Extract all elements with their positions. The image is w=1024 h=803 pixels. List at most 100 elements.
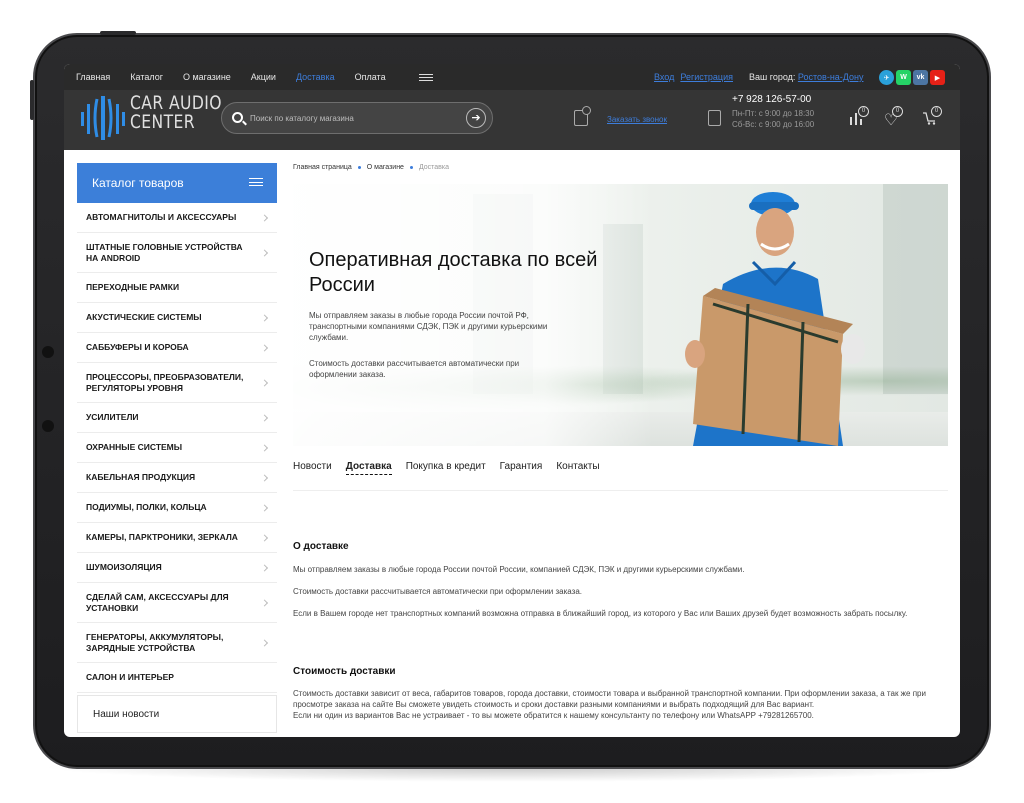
top-nav-item[interactable]: О магазине: [183, 72, 231, 82]
tab-item[interactable]: Покупка в кредит: [406, 461, 486, 475]
catalog-item[interactable]: ОХРАННЫЕ СИСТЕМЫ: [77, 433, 277, 463]
top-bar: Главная Каталог О магазине Акции Доставка Опл…: [64, 64, 960, 90]
whatsapp-icon[interactable]: W: [896, 70, 911, 85]
catalog-item[interactable]: УСИЛИТЕЛИ: [77, 403, 277, 433]
catalog-item-label: ПРОЦЕССОРЫ, ПРЕОБРАЗОВАТЕЛИ, РЕГУЛЯТОРЫ …: [86, 371, 244, 393]
catalog-item[interactable]: КАМЕРЫ, ПАРКТРОНИКИ, ЗЕРКАЛА: [77, 523, 277, 553]
catalog-item-label: ГЕНЕРАТОРЫ, АККУМУЛЯТОРЫ, ЗАРЯДНЫЕ УСТРО…: [86, 631, 224, 653]
catalog-item-label: АВТОМАГНИТОЛЫ И АКСЕССУАРЫ: [86, 212, 237, 222]
news-link[interactable]: Наши новости: [77, 695, 277, 733]
catalog-item-label: ОХРАННЫЕ СИСТЕМЫ: [86, 442, 183, 452]
register-link[interactable]: Регистрация: [680, 72, 733, 82]
top-nav-item[interactable]: Акции: [251, 72, 276, 82]
logo-text[interactable]: CAR AUDIO CENTER: [130, 94, 222, 132]
catalog-item[interactable]: САЛОН И ИНТЕРЬЕР: [77, 663, 277, 693]
chevron-right-icon: [260, 443, 269, 452]
hours-weekend: Сб-Вс: с 9:00 до 16:00: [732, 120, 815, 129]
hero-banner: Оперативная доставка по всей России Мы о…: [293, 184, 948, 446]
catalog-item-label: АКУСТИЧЕСКИЕ СИСТЕМЫ: [86, 312, 202, 322]
top-nav-item[interactable]: Доставка: [296, 72, 335, 82]
about-heading: О доставке: [293, 541, 349, 552]
catalog-item-label: ПЕРЕХОДНЫЕ РАМКИ: [86, 282, 180, 292]
catalog-item[interactable]: ПРОЦЕССОРЫ, ПРЕОБРАЗОВАТЕЛИ, РЕГУЛЯТОРЫ …: [77, 363, 277, 403]
tabs-divider: [293, 490, 948, 491]
search-input[interactable]: [250, 111, 450, 126]
courier-illustration: [685, 192, 865, 446]
favorites-count-badge: 0: [892, 106, 903, 117]
catalog-item[interactable]: СДЕЛАЙ САМ, АКСЕССУАРЫ ДЛЯ УСТАНОВКИ: [77, 583, 277, 623]
catalog-item-label: ШУМОИЗОЛЯЦИЯ: [86, 562, 162, 572]
catalog-header-button[interactable]: Каталог товаров: [77, 163, 277, 203]
top-nav-item[interactable]: Каталог: [130, 72, 163, 82]
about-paragraph-1: Мы отправляем заказы в любые города Росс…: [293, 565, 745, 574]
phone-number[interactable]: +7 928 126-57-00: [732, 94, 811, 105]
city-value-link[interactable]: Ростов-на-Дону: [798, 72, 864, 82]
catalog-item-label: ШТАТНЫЕ ГОЛОВНЫЕ УСТРОЙСТВА НА ANDROID: [86, 241, 243, 263]
catalog-item-label: САББУФЕРЫ И КОРОБА: [86, 342, 189, 352]
tab-item[interactable]: Новости: [293, 461, 332, 475]
catalog-item-label: КАМЕРЫ, ПАРКТРОНИКИ, ЗЕРКАЛА: [86, 532, 238, 542]
top-nav-item[interactable]: Оплата: [355, 72, 386, 82]
chevron-right-icon: [260, 533, 269, 542]
catalog-item-label: КАБЕЛЬНАЯ ПРОДУКЦИЯ: [86, 472, 196, 482]
catalog-item[interactable]: ГЕНЕРАТОРЫ, АККУМУЛЯТОРЫ, ЗАРЯДНЫЕ УСТРО…: [77, 623, 277, 663]
catalog-item[interactable]: АКУСТИЧЕСКИЕ СИСТЕМЫ: [77, 303, 277, 333]
tab-item[interactable]: Гарантия: [500, 461, 543, 475]
chevron-right-icon: [260, 248, 269, 257]
city-selector: Ваш город: Ростов-на-Дону: [749, 72, 863, 82]
search-icon: [232, 112, 243, 123]
callback-phone-icon: [574, 106, 591, 126]
breadcrumb-separator: [357, 165, 361, 169]
breadcrumb-item[interactable]: Главная страница: [293, 164, 352, 171]
chevron-right-icon: [260, 313, 269, 322]
catalog-item[interactable]: АВТОМАГНИТОЛЫ И АКСЕССУАРЫ: [77, 203, 277, 233]
hero-title: Оперативная доставка по всей России: [309, 249, 598, 296]
city-label: Ваш город:: [749, 72, 796, 82]
camera-dot: [42, 346, 54, 358]
catalog-sidebar: Каталог товаров АВТОМАГНИТОЛЫ И АКСЕССУА…: [77, 163, 277, 733]
catalog-item[interactable]: КАБЕЛЬНАЯ ПРОДУКЦИЯ: [77, 463, 277, 493]
search-box: ➔: [221, 102, 493, 134]
callback-link[interactable]: Заказать звонок: [607, 115, 667, 124]
catalog-item[interactable]: ШТАТНЫЕ ГОЛОВНЫЕ УСТРОЙСТВА НА ANDROID: [77, 233, 277, 273]
camera-dot: [42, 420, 54, 432]
catalog-item[interactable]: ШУМОИЗОЛЯЦИЯ: [77, 553, 277, 583]
hero-paragraph-2: Стоимость доставки рассчитывается автома…: [309, 359, 520, 379]
catalog-item[interactable]: САББУФЕРЫ И КОРОБА: [77, 333, 277, 363]
chevron-right-icon: [260, 213, 269, 222]
cost-paragraph-1: Стоимость доставки зависит от веса, габа…: [293, 689, 926, 709]
catalog-item[interactable]: ПОДИУМЫ, ПОЛКИ, КОЛЬЦА: [77, 493, 277, 523]
top-nav-item[interactable]: Главная: [76, 72, 110, 82]
catalog-menu-icon: [249, 178, 263, 186]
logo-icon[interactable]: [79, 93, 127, 143]
catalog-item-label: ПОДИУМЫ, ПОЛКИ, КОЛЬЦА: [86, 502, 207, 512]
catalog-title: Каталог товаров: [92, 176, 184, 190]
site-header: CAR AUDIO CENTER ➔ Заказать звонок +7 92…: [64, 90, 960, 150]
phone-icon: [708, 110, 721, 126]
menu-burger-icon[interactable]: [419, 74, 433, 81]
chevron-right-icon: [260, 378, 269, 387]
tablet-side-button: [30, 80, 34, 120]
search-submit-arrow-icon[interactable]: ➔: [466, 108, 486, 128]
about-paragraph-3: Если в Вашем городе нет транспортных ком…: [293, 609, 908, 618]
chevron-right-icon: [260, 563, 269, 572]
tablet-top-button: [100, 31, 136, 35]
breadcrumb: Главная страница О магазине Доставка: [293, 164, 449, 171]
breadcrumb-item: Доставка: [418, 164, 450, 171]
logo-line2: CENTER: [130, 111, 196, 133]
login-link[interactable]: Вход: [654, 72, 674, 82]
tab-item[interactable]: Доставка: [345, 461, 392, 475]
chevron-right-icon: [260, 473, 269, 482]
screen: Главная Каталог О магазине Акции Доставка Опл…: [64, 64, 960, 737]
telegram-icon[interactable]: ✈: [879, 70, 894, 85]
top-nav: Главная Каталог О магазине Акции Доставка Опл…: [76, 72, 406, 82]
catalog-item-label: САЛОН И ИНТЕРЬЕР: [86, 672, 174, 682]
catalog-item-label: УСИЛИТЕЛИ: [86, 412, 139, 422]
chevron-right-icon: [260, 413, 269, 422]
catalog-item[interactable]: ПЕРЕХОДНЫЕ РАМКИ: [77, 273, 277, 303]
tab-item[interactable]: Контакты: [556, 461, 599, 475]
page-tabs: Новости Доставка Покупка в кредит Гарантия К…: [293, 461, 614, 475]
breadcrumb-item[interactable]: О магазине: [367, 164, 404, 171]
youtube-icon[interactable]: ▶: [930, 70, 945, 85]
vk-icon[interactable]: vk: [913, 70, 928, 85]
